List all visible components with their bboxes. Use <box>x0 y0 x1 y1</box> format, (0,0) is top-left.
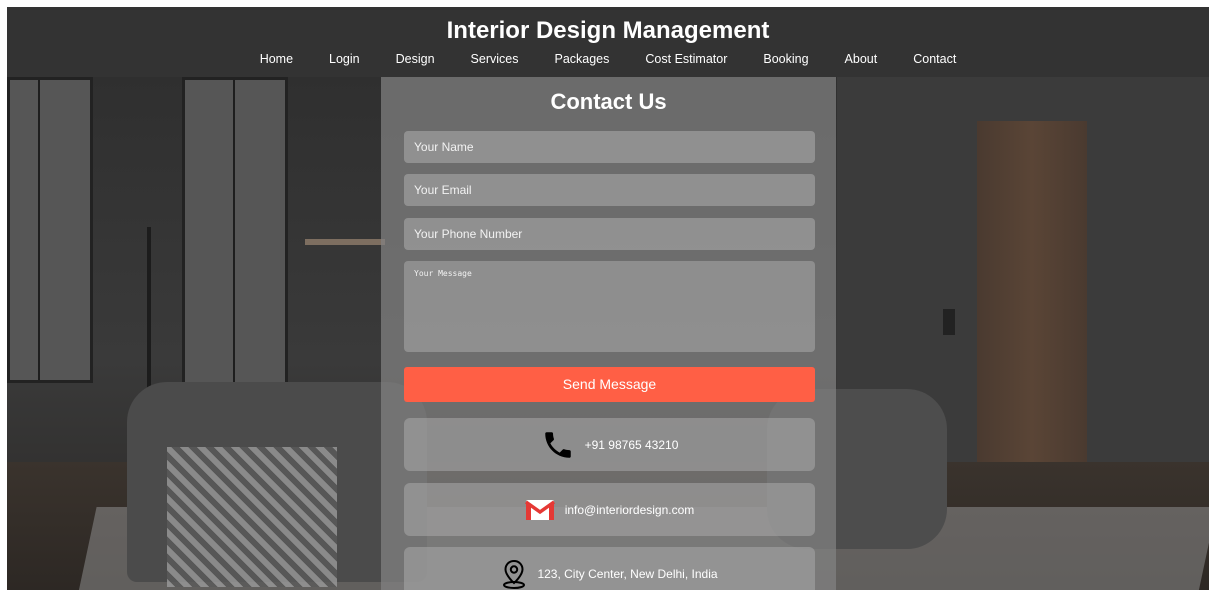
send-message-button[interactable]: Send Message <box>404 367 815 402</box>
message-textarea[interactable]: Your Message <box>404 261 815 352</box>
site-title: Interior Design Management <box>446 17 770 44</box>
nav-cost-estimator[interactable]: Cost Estimator <box>627 52 745 66</box>
phone-icon <box>541 428 575 462</box>
nav-design[interactable]: Design <box>378 52 453 66</box>
address-info-card: 123, City Center, New Delhi, India <box>404 547 815 590</box>
email-input[interactable]: Your Email <box>404 174 815 206</box>
main-nav: Home Login Design Services Packages Cost… <box>7 52 1209 66</box>
phone-info-card: +91 98765 43210 <box>404 418 815 471</box>
nav-booking[interactable]: Booking <box>745 52 826 66</box>
nav-home[interactable]: Home <box>242 52 311 66</box>
nav-packages[interactable]: Packages <box>536 52 627 66</box>
contact-title: Contact Us <box>550 89 667 114</box>
nav-login[interactable]: Login <box>311 52 378 66</box>
address-text: 123, City Center, New Delhi, India <box>537 566 718 581</box>
page-frame: Interior Design Management Home Login De… <box>7 7 1209 590</box>
location-pin-icon <box>501 559 527 589</box>
phone-number-text: +91 98765 43210 <box>584 437 679 452</box>
nav-services[interactable]: Services <box>453 52 537 66</box>
phone-input[interactable]: Your Phone Number <box>404 218 815 250</box>
contact-panel: Contact Us Your Name Your Email Your Pho… <box>381 77 836 590</box>
mail-icon <box>524 498 555 522</box>
name-input[interactable]: Your Name <box>404 131 815 163</box>
email-address-text: info@interiordesign.com <box>564 502 695 517</box>
nav-about[interactable]: About <box>827 52 896 66</box>
nav-contact[interactable]: Contact <box>895 52 974 66</box>
email-info-card: info@interiordesign.com <box>404 483 815 536</box>
site-header: Interior Design Management Home Login De… <box>7 7 1209 77</box>
